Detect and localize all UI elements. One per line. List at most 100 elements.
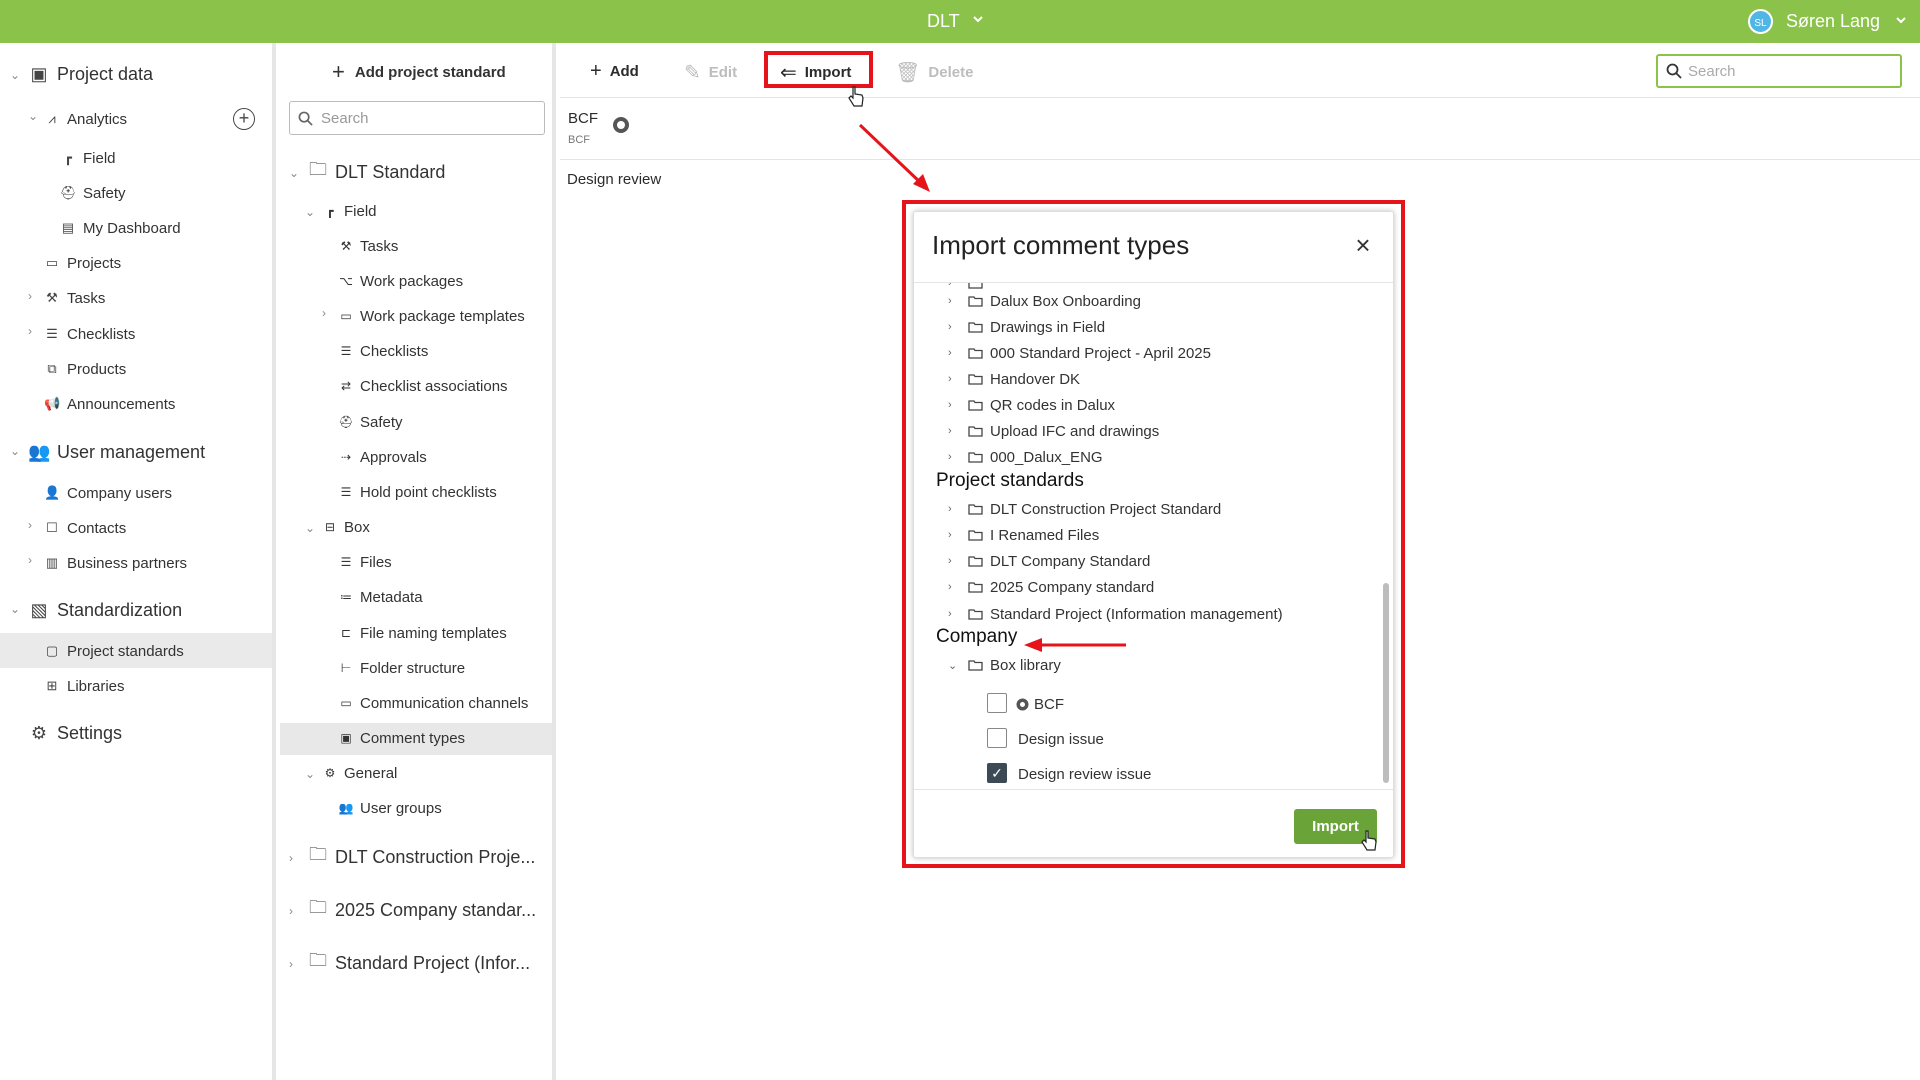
chevron-right-icon[interactable]: › <box>948 529 962 541</box>
user-name[interactable]: Søren Lang <box>1786 11 1880 32</box>
chevron-down-icon[interactable]: ⌄ <box>305 521 315 535</box>
nav-contacts[interactable]: ☐ Contacts <box>44 513 126 543</box>
project-item[interactable]: › Dalux Box Onboarding <box>948 289 1141 313</box>
tree-user-groups[interactable]: 👥 User groups <box>338 793 442 823</box>
tree-approvals[interactable]: ⇢ Approvals <box>338 442 427 472</box>
chevron-right-icon[interactable]: › <box>948 581 962 593</box>
chevron-down-icon[interactable]: ⌄ <box>289 166 299 180</box>
standard-item[interactable]: › I Renamed Files <box>948 523 1099 547</box>
chevron-down-icon[interactable] <box>972 13 984 25</box>
project-item[interactable]: › 000 Standard Project - April 2025 <box>948 341 1211 365</box>
nav-my-dashboard[interactable]: ▤ My Dashboard <box>60 213 181 243</box>
box-library-item[interactable]: ⌄ Box library <box>948 653 1061 677</box>
tree-checklists[interactable]: ☰ Checklists <box>338 336 429 366</box>
tree-folder-structure[interactable]: ⊢ Folder structure <box>338 653 465 683</box>
tree-hold-point-checklists[interactable]: ☰ Hold point checklists <box>338 477 497 507</box>
tree-checklist-associations[interactable]: ⇄ Checklist associations <box>338 371 508 401</box>
tree-dlt-construction[interactable]: 🗀 DLT Construction Proje... <box>307 842 535 872</box>
nav-standardization[interactable]: ▧ Standardization <box>28 595 182 625</box>
nav-company-users[interactable]: 👤 Company users <box>44 478 172 508</box>
tree-communication-channels[interactable]: ▭ Communication channels <box>338 688 528 718</box>
checkbox-design-review-issue[interactable]: ✓ <box>987 763 1007 783</box>
add-dashboard-button[interactable]: + <box>233 108 255 130</box>
nav-business-partners[interactable]: ▥ Business partners <box>44 548 187 578</box>
comment-type-design-issue[interactable]: Design issue <box>1018 727 1104 751</box>
nav-tasks[interactable]: ⚒ Tasks <box>44 283 105 313</box>
nav-products[interactable]: ⧉ Products <box>44 354 126 384</box>
chevron-right-icon[interactable]: › <box>948 373 962 385</box>
tree-work-package-templates[interactable]: ▭ Work package templates <box>338 301 524 331</box>
nav-analytics[interactable]: ⩘ Analytics <box>44 104 127 134</box>
nav-project-data[interactable]: ▣ Project data <box>28 59 153 89</box>
tree-standard-project[interactable]: 🗀 Standard Project (Infor... <box>307 948 530 978</box>
chevron-right-icon[interactable]: › <box>948 295 962 307</box>
comment-type-design-review-issue[interactable]: Design review issue <box>1018 762 1151 786</box>
chevron-down-icon[interactable]: ⌄ <box>948 659 962 672</box>
chevron-right-icon[interactable]: › <box>28 553 32 567</box>
list-item-design-review[interactable]: Design review <box>567 171 661 188</box>
checkbox-design-issue[interactable] <box>987 728 1007 748</box>
content-search-input[interactable]: Search <box>1656 54 1902 88</box>
scrollbar[interactable] <box>1383 583 1389 783</box>
chevron-right-icon[interactable]: › <box>948 399 962 411</box>
chevron-down-icon[interactable]: ⌄ <box>28 109 38 123</box>
chevron-right-icon[interactable]: › <box>28 289 32 303</box>
chevron-down-icon[interactable]: ⌄ <box>305 767 315 781</box>
nav-safety[interactable]: ⛑ Safety <box>60 178 126 208</box>
tree-2025-company-standard[interactable]: 🗀 2025 Company standar... <box>307 895 536 925</box>
standard-item[interactable]: › DLT Company Standard <box>948 549 1150 573</box>
chevron-right-icon[interactable]: › <box>28 518 32 532</box>
standard-item[interactable]: › 2025 Company standard <box>948 575 1154 599</box>
nav-project-standards[interactable]: ▢ Project standards <box>44 636 184 666</box>
chevron-right-icon[interactable]: › <box>289 904 293 918</box>
list-item-bcf[interactable]: BCF BCF <box>560 99 1920 160</box>
standard-item[interactable]: › DLT Construction Project Standard <box>948 497 1221 521</box>
close-icon[interactable]: × <box>1352 232 1374 258</box>
chevron-right-icon[interactable]: › <box>28 324 32 338</box>
tree-box[interactable]: ⊟ Box <box>322 512 370 542</box>
tree-file-naming-templates[interactable]: ⊏ File naming templates <box>338 618 507 648</box>
chevron-right-icon[interactable]: › <box>948 608 962 620</box>
delete-button[interactable]: 🗑 Delete <box>895 60 973 85</box>
project-item[interactable]: › Handover DK <box>948 367 1080 391</box>
chevron-right-icon[interactable]: › <box>948 347 962 359</box>
tree-dlt-standard[interactable]: 🗀 DLT Standard <box>307 157 445 187</box>
tree-field[interactable]: ┏ Field <box>322 196 376 226</box>
add-project-standard-button[interactable]: + Add project standard <box>332 59 506 85</box>
chevron-down-icon[interactable]: ⌄ <box>305 205 315 219</box>
checkbox-bcf[interactable] <box>987 693 1007 713</box>
tree-files[interactable]: ☰ Files <box>338 547 392 577</box>
edit-button[interactable]: ✎ Edit <box>684 60 737 85</box>
tree-work-packages[interactable]: ⌥ Work packages <box>338 266 463 296</box>
project-switcher[interactable]: DLT <box>927 11 960 32</box>
project-item[interactable]: › Drawings in Field <box>948 315 1105 339</box>
chevron-down-icon[interactable]: ⌄ <box>10 444 20 458</box>
nav-projects[interactable]: ▭ Projects <box>44 248 121 278</box>
tree-metadata[interactable]: ≔ Metadata <box>338 582 423 612</box>
chevron-right-icon[interactable]: › <box>948 283 962 289</box>
project-item[interactable]: › Upload IFC and drawings <box>948 419 1159 443</box>
project-item[interactable]: › 000_Dalux_ENG <box>948 445 1103 469</box>
chevron-down-icon[interactable] <box>1895 14 1907 26</box>
nav-settings[interactable]: ⚙ Settings <box>28 718 122 748</box>
chevron-down-icon[interactable]: ⌄ <box>10 68 20 82</box>
tree-tasks[interactable]: ⚒ Tasks <box>338 231 399 261</box>
chevron-right-icon[interactable]: › <box>948 425 962 437</box>
tree-safety[interactable]: ⛑ Safety <box>338 407 402 437</box>
comment-type-bcf[interactable]: BCF <box>1016 692 1064 716</box>
chevron-right-icon[interactable]: › <box>322 306 326 320</box>
nav-field[interactable]: ┏ Field <box>60 143 115 173</box>
chevron-down-icon[interactable]: ⌄ <box>10 602 20 616</box>
nav-checklists[interactable]: ☰ Checklists <box>44 319 135 349</box>
chevron-right-icon[interactable]: › <box>948 503 962 515</box>
project-item[interactable]: › QR codes in Dalux <box>948 393 1115 417</box>
chevron-right-icon[interactable]: › <box>948 555 962 567</box>
chevron-right-icon[interactable]: › <box>948 321 962 333</box>
chevron-right-icon[interactable]: › <box>289 957 293 971</box>
tree-general[interactable]: ⚙ General <box>322 758 398 788</box>
avatar[interactable]: SL <box>1748 9 1773 34</box>
chevron-right-icon[interactable]: › <box>289 851 293 865</box>
chevron-right-icon[interactable]: › <box>948 451 962 463</box>
nav-user-management[interactable]: 👥 User management <box>28 437 205 467</box>
add-button[interactable]: + Add <box>590 60 639 83</box>
